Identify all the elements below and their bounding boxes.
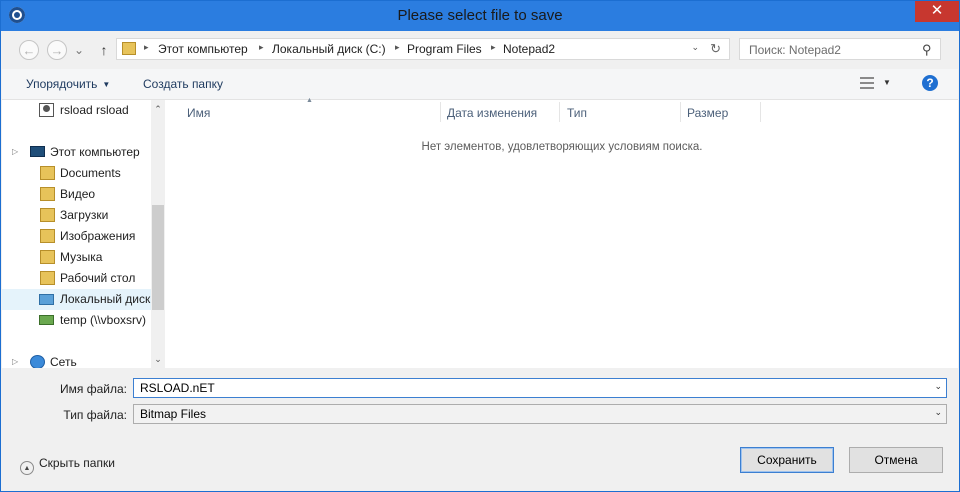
hide-folders-button[interactable]: ▲ Скрыть папки <box>20 456 115 475</box>
sidebar-item-label: Видео <box>60 187 96 201</box>
organize-label: Упорядочить <box>26 77 98 91</box>
sidebar-item-user[interactable]: rsload rsload <box>2 100 151 121</box>
address-bar[interactable]: ▸ Этот компьютер ▸ Локальный диск (C:) ▸… <box>116 38 730 60</box>
sidebar-item-label: rsload rsload <box>60 103 129 117</box>
folder-icon <box>40 250 55 264</box>
search-placeholder: Поиск: Notepad2 <box>749 43 841 57</box>
command-toolbar: Упорядочить ▼ Создать папку ▼ ? <box>2 69 958 100</box>
up-button[interactable]: ↑ <box>97 40 111 60</box>
chevron-down-icon[interactable]: ⌄ <box>934 407 942 418</box>
view-options-icon[interactable] <box>860 77 874 89</box>
address-history-dropdown[interactable]: ⌄ <box>691 42 699 53</box>
folder-icon <box>40 187 55 201</box>
save-file-dialog: Please select file to save ✕ ← → ⌄ ↑ ▸ Э… <box>0 0 960 492</box>
scroll-thumb[interactable] <box>152 205 164 310</box>
filetype-label: Тип файла: <box>63 408 127 422</box>
new-folder-button[interactable]: Создать папку <box>143 77 223 91</box>
folder-icon <box>40 208 55 222</box>
column-divider[interactable] <box>440 102 441 122</box>
folder-icon <box>40 229 55 243</box>
navigation-scrollbar[interactable]: ⌃ ⌄ <box>151 100 165 368</box>
filetype-select[interactable]: Bitmap Files ⌄ <box>133 404 947 424</box>
filename-input[interactable]: RSLOAD.nET ⌄ <box>133 378 947 398</box>
sort-ascending-icon: ▲ <box>306 97 313 104</box>
column-header-date[interactable]: Дата изменения <box>447 106 537 120</box>
organize-menu-button[interactable]: Упорядочить ▼ <box>26 77 110 91</box>
sidebar-item-label: Музыка <box>60 250 103 264</box>
sidebar-item-network-share[interactable]: temp (\\vboxsrv) <box>2 310 151 331</box>
breadcrumb-separator: ▸ <box>259 42 264 52</box>
column-header-size[interactable]: Размер <box>687 106 728 120</box>
filetype-value: Bitmap Files <box>140 407 207 421</box>
breadcrumb-program-files[interactable]: Program Files <box>407 42 482 56</box>
network-drive-icon <box>39 315 54 325</box>
forward-button[interactable]: → <box>47 40 67 60</box>
sidebar-item-label: Этот компьютер <box>50 145 140 159</box>
filename-value: RSLOAD.nET <box>140 381 215 395</box>
folder-icon <box>40 166 55 180</box>
breadcrumb-notepad2[interactable]: Notepad2 <box>503 42 555 56</box>
refresh-icon[interactable]: ↻ <box>710 41 721 57</box>
sidebar-item-desktop[interactable]: Рабочий стол <box>2 268 151 289</box>
sidebar-item-music[interactable]: Музыка <box>2 247 151 268</box>
sidebar-item-label: Загрузки <box>60 208 109 222</box>
sidebar-item-video[interactable]: Видео <box>2 184 151 205</box>
search-icon[interactable]: ⚲ <box>922 42 932 58</box>
search-input[interactable]: Поиск: Notepad2 ⚲ <box>739 38 941 60</box>
filename-label: Имя файла: <box>60 382 127 396</box>
save-button[interactable]: Сохранить <box>740 447 834 473</box>
chevron-down-icon[interactable]: ⌄ <box>934 381 942 392</box>
close-button[interactable]: ✕ <box>915 1 959 22</box>
recent-locations-button[interactable]: ⌄ <box>72 40 86 60</box>
breadcrumb-this-pc[interactable]: Этот компьютер <box>158 42 248 56</box>
column-header-type[interactable]: Тип <box>567 106 587 120</box>
scroll-up-icon[interactable]: ⌃ <box>151 102 165 116</box>
column-header-name[interactable]: Имя <box>187 106 210 120</box>
cancel-button[interactable]: Отмена <box>849 447 943 473</box>
folder-icon <box>40 271 55 285</box>
chevron-down-icon: ▼ <box>102 80 111 89</box>
expand-icon[interactable]: ▷ <box>12 147 18 156</box>
column-divider[interactable] <box>559 102 560 122</box>
sidebar-item-downloads[interactable]: Загрузки <box>2 205 151 226</box>
column-divider[interactable] <box>680 102 681 122</box>
scroll-down-icon[interactable]: ⌄ <box>151 352 165 366</box>
sidebar-item-local-disk[interactable]: Локальный диск <box>2 289 151 310</box>
sidebar-item-label: Сеть <box>50 355 77 368</box>
sidebar-item-label: Изображения <box>60 229 136 243</box>
help-icon[interactable]: ? <box>922 75 938 91</box>
title-bar[interactable]: Please select file to save ✕ <box>1 1 959 31</box>
navigation-pane[interactable]: rsload rsload ▷ Этот компьютер Documents… <box>2 100 151 368</box>
navigation-bar: ← → ⌄ ↑ ▸ Этот компьютер ▸ Локальный дис… <box>2 31 958 69</box>
empty-list-message: Нет элементов, удовлетворяющих условиям … <box>421 141 703 153</box>
sidebar-item-this-pc[interactable]: ▷ Этот компьютер <box>2 142 151 163</box>
computer-icon <box>30 146 45 157</box>
network-icon <box>30 355 45 368</box>
collapse-icon: ▲ <box>20 461 34 475</box>
breadcrumb-separator: ▸ <box>491 42 496 52</box>
breadcrumb-separator: ▸ <box>144 42 149 52</box>
sidebar-item-label: Documents <box>60 166 121 180</box>
folder-icon <box>122 42 136 55</box>
sidebar-item-documents[interactable]: Documents <box>2 163 151 184</box>
view-options-dropdown[interactable]: ▼ <box>883 78 891 87</box>
drive-icon <box>39 294 54 305</box>
sidebar-item-label: Рабочий стол <box>60 271 136 285</box>
window-title: Please select file to save <box>397 7 563 24</box>
breadcrumb-separator: ▸ <box>395 42 400 52</box>
sidebar-item-label: Локальный диск <box>60 292 151 306</box>
sidebar-item-network[interactable]: ▷ Сеть <box>2 352 151 368</box>
sidebar-item-label: temp (\\vboxsrv) <box>60 313 147 327</box>
file-list[interactable]: ▲ Имя Дата изменения Тип Размер Нет элем… <box>166 97 958 368</box>
back-button[interactable]: ← <box>19 40 39 60</box>
user-icon <box>39 103 54 117</box>
hide-folders-label: Скрыть папки <box>39 456 115 470</box>
column-divider[interactable] <box>760 102 761 122</box>
sidebar-item-pictures[interactable]: Изображения <box>2 226 151 247</box>
browser-area: rsload rsload ▷ Этот компьютер Documents… <box>2 97 958 368</box>
expand-icon[interactable]: ▷ <box>12 357 18 366</box>
breadcrumb-local-disk[interactable]: Локальный диск (C:) <box>272 42 386 56</box>
